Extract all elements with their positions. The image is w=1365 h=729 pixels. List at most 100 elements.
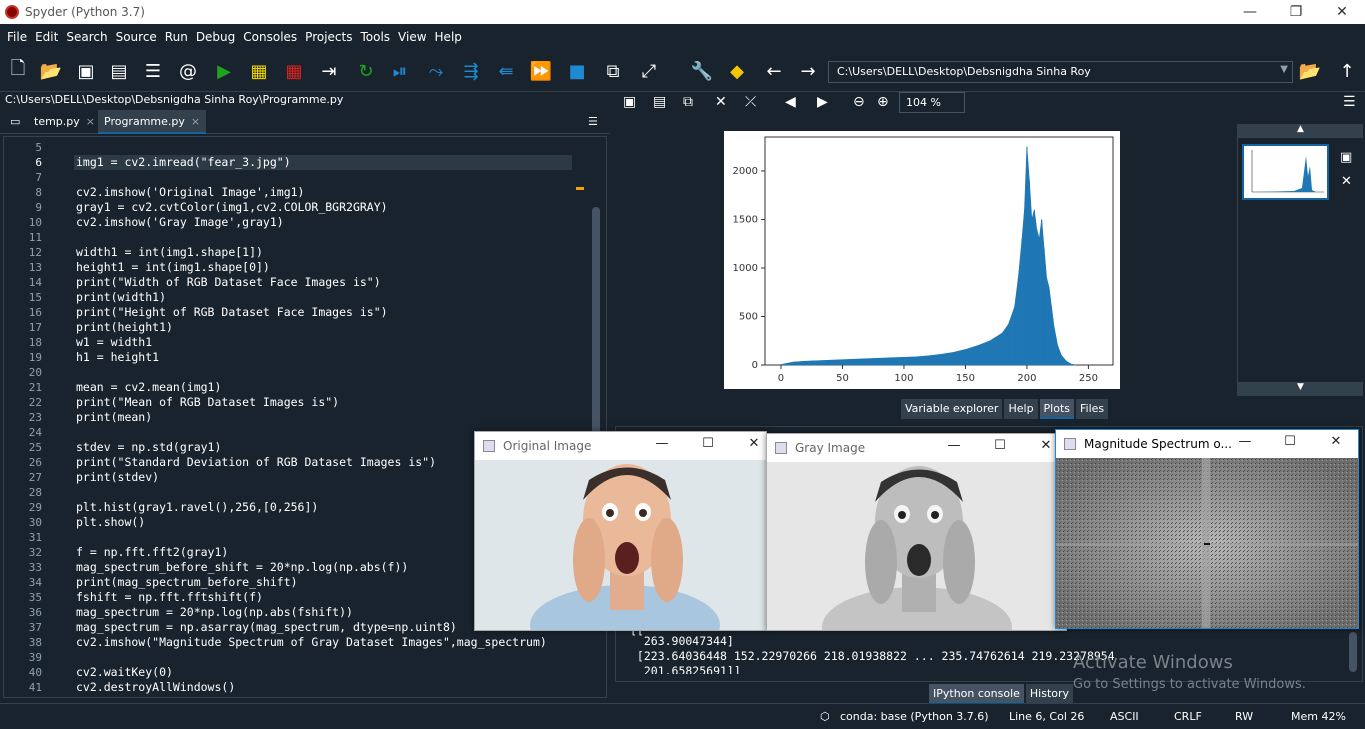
code-line[interactable]: cv2.imshow('Original Image',img1) bbox=[76, 185, 304, 199]
close-button[interactable]: ✕ bbox=[739, 436, 769, 456]
plots-options-menu-icon[interactable]: ☰ bbox=[1343, 94, 1356, 110]
close-button[interactable]: ✕ bbox=[1321, 434, 1351, 454]
tab-help[interactable]: Help bbox=[1004, 399, 1038, 419]
remove-plot-icon[interactable]: ✕ bbox=[715, 94, 727, 110]
menu-run[interactable]: Run bbox=[161, 30, 192, 44]
thumb-save-icon[interactable]: ▣ bbox=[1340, 150, 1352, 165]
restore-button[interactable]: ❐ bbox=[1273, 0, 1319, 24]
menu-debug[interactable]: Debug bbox=[192, 30, 239, 44]
open-file-icon[interactable]: 📂 bbox=[39, 60, 63, 82]
minimize-button[interactable]: — bbox=[1230, 434, 1260, 454]
save-all-icon[interactable]: ▤ bbox=[107, 60, 131, 82]
rerun-icon[interactable]: ↻ bbox=[354, 60, 378, 82]
forward-arrow-icon[interactable]: → bbox=[796, 60, 820, 82]
code-line[interactable]: print(mean) bbox=[76, 410, 152, 424]
gray-image-window[interactable]: Gray Image — ☐ ✕ bbox=[766, 433, 1067, 631]
tab-temp-py[interactable]: temp.py × bbox=[28, 110, 101, 134]
code-line[interactable]: stdev = np.std(gray1) bbox=[76, 440, 221, 454]
code-line[interactable]: print(width1) bbox=[76, 290, 166, 304]
step-return-icon[interactable]: ⇚ bbox=[494, 60, 518, 82]
menu-file[interactable]: File bbox=[3, 30, 31, 44]
code-line[interactable]: cv2.imshow("Magnitude Spectrum of Gray D… bbox=[76, 635, 547, 649]
code-line[interactable]: f = np.fft.fft2(gray1) bbox=[76, 545, 228, 559]
code-line[interactable]: plt.hist(gray1.ravel(),256,[0,256]) bbox=[76, 500, 318, 514]
code-line[interactable]: img1 = cv2.imread("fear_3.jpg") bbox=[76, 155, 291, 169]
code-line[interactable]: print("Width of RGB Dataset Face Images … bbox=[76, 275, 381, 289]
save-all-plots-icon[interactable]: ▤ bbox=[653, 94, 666, 110]
save-plot-icon[interactable]: ▣ bbox=[623, 94, 636, 110]
list-icon[interactable]: ☰ bbox=[141, 60, 165, 82]
tab-history[interactable]: History bbox=[1025, 684, 1074, 704]
magnitude-spectrum-window[interactable]: Magnitude Spectrum o... — ☐ ✕ bbox=[1055, 429, 1359, 629]
code-line[interactable]: print(stdev) bbox=[76, 470, 159, 484]
run-selection-icon[interactable]: ⇥ bbox=[317, 60, 341, 82]
editor-options-menu-icon[interactable]: ☰ bbox=[582, 110, 604, 134]
zoom-out-icon[interactable]: ⊖ bbox=[853, 94, 865, 110]
code-line[interactable]: print("Mean of RGB Dataset Images is") bbox=[76, 395, 339, 409]
parent-directory-icon[interactable]: ↑ bbox=[1335, 60, 1359, 82]
fullscreen-icon[interactable]: ⤢ bbox=[637, 60, 661, 82]
menu-view[interactable]: View bbox=[394, 30, 430, 44]
next-plot-icon[interactable]: ▶ bbox=[817, 94, 828, 110]
code-line[interactable]: mean = cv2.mean(img1) bbox=[76, 380, 221, 394]
code-line[interactable]: cv2.imshow('Gray Image',gray1) bbox=[76, 215, 284, 229]
code-line[interactable]: print(mag_spectrum_before_shift) bbox=[76, 575, 298, 589]
run-cell-advance-icon[interactable]: ▦ bbox=[282, 60, 306, 82]
code-line[interactable]: mag_spectrum = 20*np.log(np.abs(fshift)) bbox=[76, 605, 353, 619]
at-icon[interactable]: @ bbox=[176, 60, 200, 82]
maximize-button[interactable]: ☐ bbox=[693, 436, 723, 456]
code-line[interactable]: print("Standard Deviation of RGB Dataset… bbox=[76, 455, 436, 469]
minimize-button[interactable]: — bbox=[647, 436, 677, 456]
maximize-button[interactable]: ☐ bbox=[985, 438, 1015, 458]
menu-source[interactable]: Source bbox=[112, 30, 161, 44]
minimize-button[interactable]: — bbox=[1227, 0, 1273, 24]
continue-icon[interactable]: ⏩ bbox=[529, 60, 553, 82]
remove-all-plots-icon[interactable]: ⤫ bbox=[745, 94, 756, 110]
menu-consoles[interactable]: Consoles bbox=[239, 30, 301, 44]
step-into-icon[interactable]: ⇶ bbox=[459, 60, 483, 82]
code-line[interactable]: mag_spectrum = np.asarray(mag_spectrum, … bbox=[76, 620, 457, 634]
zoom-in-icon[interactable]: ⊕ bbox=[877, 94, 889, 110]
stop-debug-icon[interactable]: ■ bbox=[565, 60, 589, 82]
save-icon[interactable]: ▣ bbox=[74, 60, 98, 82]
warning-marker[interactable] bbox=[576, 187, 584, 190]
chevron-down-icon[interactable]: ▼ bbox=[1280, 64, 1288, 75]
code-line[interactable]: width1 = int(img1.shape[1]) bbox=[76, 245, 263, 259]
code-line[interactable]: w1 = width1 bbox=[76, 335, 152, 349]
tab-programme-py[interactable]: Programme.py × bbox=[98, 110, 207, 134]
close-button[interactable]: ✕ bbox=[1319, 0, 1365, 24]
code-line[interactable]: h1 = height1 bbox=[76, 350, 159, 364]
code-line[interactable]: print("Height of RGB Dataset Face Images… bbox=[76, 305, 388, 319]
new-file-icon[interactable]: 🗋 bbox=[6, 58, 30, 82]
menu-help[interactable]: Help bbox=[431, 30, 466, 44]
plot-thumbnail[interactable] bbox=[1242, 144, 1329, 200]
code-line[interactable]: gray1 = cv2.cvtColor(img1,cv2.COLOR_BGR2… bbox=[76, 200, 388, 214]
code-line[interactable]: fshift = np.fft.fftshift(f) bbox=[76, 590, 263, 604]
menu-projects[interactable]: Projects bbox=[301, 30, 356, 44]
original-image-window[interactable]: Original Image — ☐ ✕ bbox=[474, 431, 767, 631]
code-line[interactable]: height1 = int(img1.shape[0]) bbox=[76, 260, 270, 274]
minimize-button[interactable]: — bbox=[939, 438, 969, 458]
python-path-icon[interactable]: ◆ bbox=[725, 60, 749, 82]
console-scrollbar[interactable] bbox=[1349, 632, 1357, 672]
run-icon[interactable]: ▶ bbox=[212, 60, 236, 82]
code-line[interactable]: cv2.waitKey(0) bbox=[76, 665, 173, 679]
code-line[interactable]: plt.show() bbox=[76, 515, 145, 529]
code-line[interactable]: print(height1) bbox=[76, 320, 173, 334]
browse-folder-icon[interactable]: 📂 bbox=[1298, 60, 1322, 82]
preferences-wrench-icon[interactable]: 🔧 bbox=[690, 60, 714, 82]
tab-files[interactable]: Files bbox=[1076, 399, 1109, 419]
back-arrow-icon[interactable]: ← bbox=[762, 60, 786, 82]
maximize-button[interactable]: ☐ bbox=[1275, 434, 1305, 454]
tab-plots[interactable]: Plots bbox=[1039, 399, 1075, 419]
tab-ipython-console[interactable]: IPython console bbox=[929, 684, 1024, 704]
code-line[interactable]: cv2.destroyAllWindows() bbox=[76, 680, 235, 694]
working-directory-combobox[interactable]: C:\Users\DELL\Desktop\Debsnigdha Sinha R… bbox=[828, 61, 1293, 83]
run-cell-icon[interactable]: ▦ bbox=[247, 60, 271, 82]
browse-tabs-icon[interactable]: ▭ bbox=[4, 110, 26, 134]
tab-variable-explorer[interactable]: Variable explorer bbox=[901, 399, 1003, 419]
step-icon[interactable]: ⤳ bbox=[424, 60, 448, 82]
tab-close-icon[interactable]: × bbox=[86, 115, 95, 128]
thumbs-scroll-up-icon[interactable]: ▲ bbox=[1238, 124, 1363, 138]
thumbs-scroll-down-icon[interactable]: ▼ bbox=[1238, 382, 1363, 396]
